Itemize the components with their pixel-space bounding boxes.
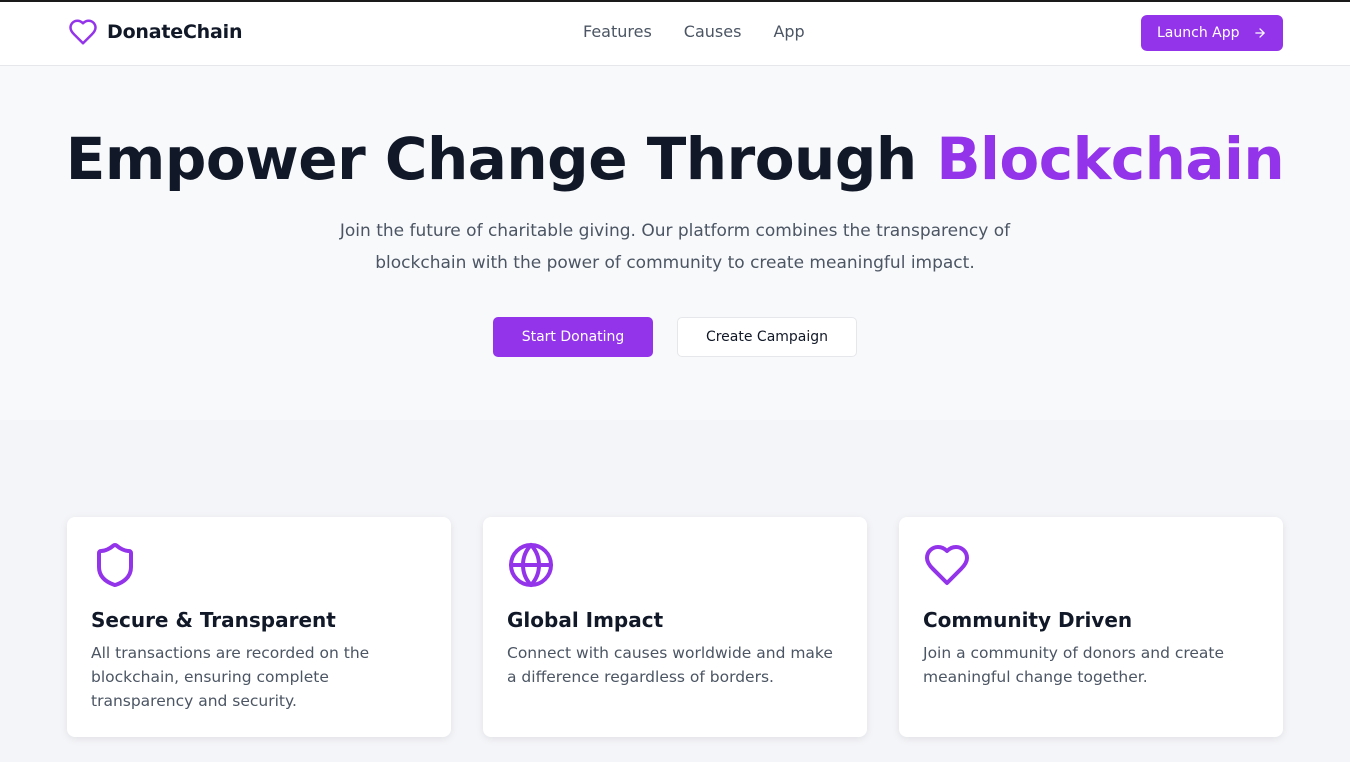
feature-card-secure: Secure & Transparent All transactions ar… — [67, 517, 451, 737]
heart-logo-icon — [69, 19, 97, 45]
feature-description: Join a community of donors and create me… — [923, 644, 1225, 686]
hero-title-main: Empower Change Through — [65, 125, 937, 193]
feature-title: Community Driven — [923, 608, 1133, 632]
shield-icon — [91, 541, 139, 589]
create-campaign-button[interactable]: Create Campaign — [677, 317, 857, 357]
start-donating-button[interactable]: Start Donating — [493, 317, 653, 357]
launch-app-label: Launch App — [1157, 25, 1240, 41]
main-nav: Features Causes App — [583, 22, 805, 41]
globe-icon — [507, 541, 555, 589]
arrow-right-icon — [1255, 28, 1265, 38]
nav-link-causes[interactable]: Causes — [684, 22, 742, 41]
hero-title-accent: Blockchain — [936, 125, 1285, 193]
heart-icon — [923, 541, 971, 589]
hero-subtitle: Join the future of charitable giving. Ou… — [339, 221, 1011, 273]
feature-card-global: Global Impact Connect with causes worldw… — [483, 517, 867, 737]
brand-name: DonateChain — [107, 21, 243, 43]
launch-app-button[interactable]: Launch App — [1141, 15, 1283, 51]
feature-description: All transactions are recorded on the blo… — [91, 644, 370, 710]
hero-section: Empower Change Through Blockchain Join t… — [0, 67, 1350, 420]
nav-link-features[interactable]: Features — [583, 22, 652, 41]
feature-card-community: Community Driven Join a community of don… — [899, 517, 1283, 737]
hero-title: Empower Change Through Blockchain — [0, 125, 1350, 193]
features-section: Secure & Transparent All transactions ar… — [0, 420, 1350, 762]
feature-title: Secure & Transparent — [91, 608, 336, 632]
brand-logo[interactable]: DonateChain — [67, 17, 242, 47]
feature-title: Global Impact — [507, 608, 664, 632]
nav-link-app[interactable]: App — [773, 22, 804, 41]
feature-description: Connect with causes worldwide and make a… — [507, 644, 833, 686]
top-navbar: DonateChain Features Causes App Launch A… — [0, 2, 1350, 66]
